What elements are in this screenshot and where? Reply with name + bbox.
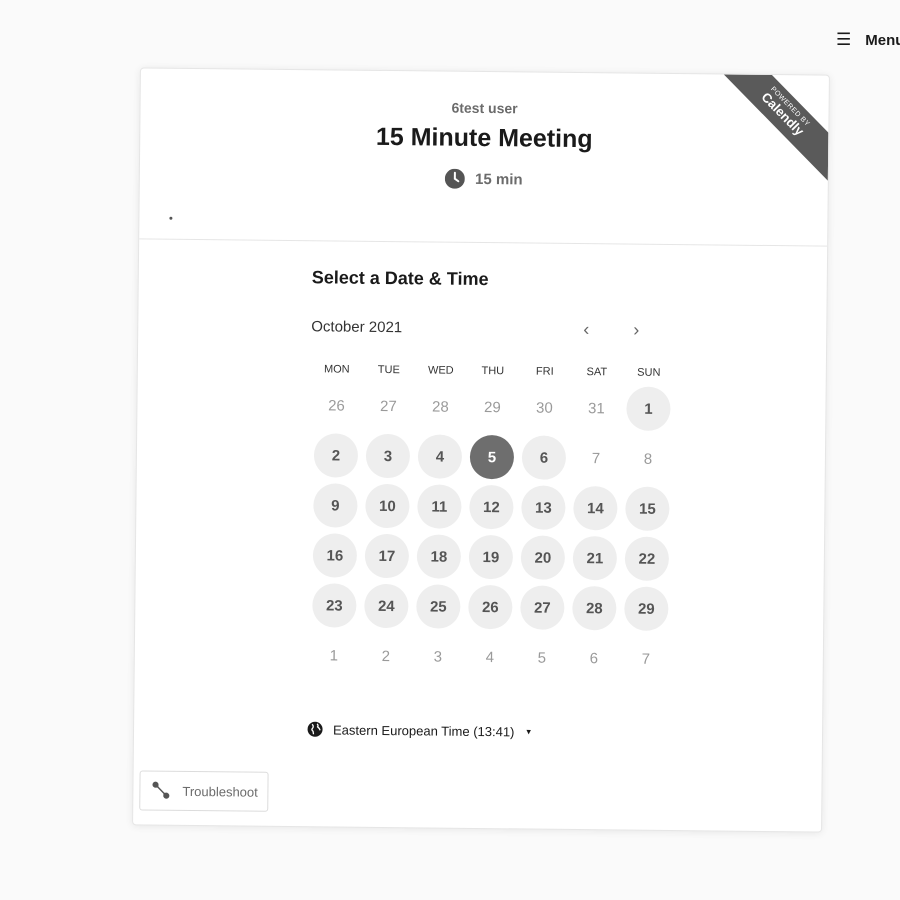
day-cell-disabled: 29 bbox=[484, 398, 501, 416]
weekday-label: TUE bbox=[377, 363, 400, 377]
day-cell-disabled: 8 bbox=[643, 450, 653, 468]
weekday-header-row: MON TUE WED THU FRI SAT SUN bbox=[311, 363, 675, 379]
troubleshoot-label: Troubleshoot bbox=[182, 783, 258, 800]
day-button[interactable]: 15 bbox=[625, 486, 670, 531]
day-button[interactable]: 9 bbox=[313, 483, 358, 528]
calendar-days: 26 27 28 29 30 31 1 2 3 4 5 6 7 8 9 10 11 12 13 14 15 16 17 18 1… bbox=[308, 383, 675, 681]
weekday-label: SUN bbox=[637, 366, 661, 379]
event-duration: 15 min bbox=[140, 165, 828, 192]
day-button[interactable]: 22 bbox=[624, 536, 670, 581]
day-cell-disabled: 7 bbox=[591, 449, 601, 467]
day-button[interactable]: 12 bbox=[469, 484, 514, 530]
duration-label: 15 min bbox=[474, 170, 523, 188]
day-button[interactable]: 25 bbox=[416, 584, 461, 629]
globe-icon bbox=[307, 721, 323, 737]
day-button[interactable]: 6 bbox=[521, 435, 567, 480]
day-cell-disabled: 6 bbox=[589, 649, 599, 667]
timezone-label: Eastern European Time (13:41) bbox=[332, 721, 515, 739]
weekday-label: FRI bbox=[535, 365, 554, 378]
day-button[interactable]: 16 bbox=[312, 533, 358, 578]
day-cell-disabled: 2 bbox=[381, 647, 391, 665]
event-title: 15 Minute Meeting bbox=[375, 122, 593, 154]
day-button[interactable]: 29 bbox=[624, 586, 669, 631]
day-button[interactable]: 10 bbox=[365, 483, 410, 529]
host-name: 6test user bbox=[451, 99, 518, 117]
description-dot bbox=[169, 216, 173, 220]
month-navigation: October 2021 ‹ › bbox=[311, 316, 661, 341]
selected-day-button[interactable]: 5 bbox=[469, 434, 515, 480]
month-label: October 2021 bbox=[311, 318, 403, 337]
day-button[interactable]: 24 bbox=[364, 583, 409, 629]
day-button[interactable]: 20 bbox=[520, 535, 566, 580]
day-button[interactable]: 1 bbox=[626, 386, 671, 431]
day-button[interactable]: 19 bbox=[468, 534, 514, 580]
day-cell-disabled: 28 bbox=[432, 397, 449, 416]
weekday-label: MON bbox=[323, 363, 350, 376]
day-cell-disabled: 26 bbox=[328, 396, 345, 415]
day-button[interactable]: 3 bbox=[365, 433, 411, 479]
weekday-label: THU bbox=[481, 365, 505, 378]
menu-button[interactable]: ☰ Menu bbox=[836, 30, 900, 50]
weekday-label: SAT bbox=[586, 366, 608, 379]
day-cell-disabled: 27 bbox=[380, 397, 397, 415]
select-date-heading: Select a Date & Time bbox=[311, 267, 489, 290]
day-cell-disabled: 3 bbox=[433, 648, 443, 666]
day-button[interactable]: 18 bbox=[416, 534, 462, 579]
day-cell-disabled: 30 bbox=[536, 399, 553, 417]
next-month-button[interactable]: › bbox=[611, 319, 661, 341]
day-button[interactable]: 21 bbox=[572, 535, 618, 581]
day-cell-disabled: 4 bbox=[485, 648, 495, 666]
day-button[interactable]: 27 bbox=[520, 585, 565, 630]
day-button[interactable]: 28 bbox=[572, 585, 617, 631]
troubleshoot-button[interactable]: Troubleshoot bbox=[139, 770, 270, 812]
timezone-selector[interactable]: Eastern European Time (13:41) ▾ bbox=[307, 721, 822, 742]
day-button[interactable]: 14 bbox=[573, 485, 618, 531]
day-button[interactable]: 2 bbox=[313, 433, 359, 478]
day-button[interactable]: 17 bbox=[364, 533, 410, 579]
day-cell-disabled: 31 bbox=[588, 399, 605, 417]
event-header: 6test user 15 Minute Meeting 15 min bbox=[139, 68, 829, 245]
hamburger-icon: ☰ bbox=[836, 30, 852, 49]
wrench-icon bbox=[152, 781, 170, 799]
day-cell-disabled: 1 bbox=[329, 646, 339, 665]
menu-label: Menu bbox=[865, 31, 900, 49]
chevron-down-icon: ▾ bbox=[526, 725, 532, 737]
day-button[interactable]: 4 bbox=[417, 434, 463, 479]
day-button[interactable]: 23 bbox=[312, 583, 357, 628]
day-button[interactable]: 11 bbox=[417, 484, 462, 529]
weekday-label: WED bbox=[427, 364, 454, 377]
day-button[interactable]: 26 bbox=[468, 584, 513, 630]
calendar-grid: MON TUE WED THU FRI SAT SUN 26 27 28 29 30 31 1 2 3 4 5 6… bbox=[308, 363, 675, 681]
day-cell-disabled: 5 bbox=[537, 649, 547, 667]
date-picker: Select a Date & Time October 2021 ‹ › MO… bbox=[133, 239, 827, 830]
clock-icon bbox=[445, 168, 466, 189]
prev-month-button[interactable]: ‹ bbox=[561, 319, 611, 341]
day-cell-disabled: 7 bbox=[641, 650, 651, 668]
scheduling-card: POWERED BY Calendly 6test user 15 Minute… bbox=[132, 67, 830, 833]
day-button[interactable]: 13 bbox=[521, 485, 566, 530]
